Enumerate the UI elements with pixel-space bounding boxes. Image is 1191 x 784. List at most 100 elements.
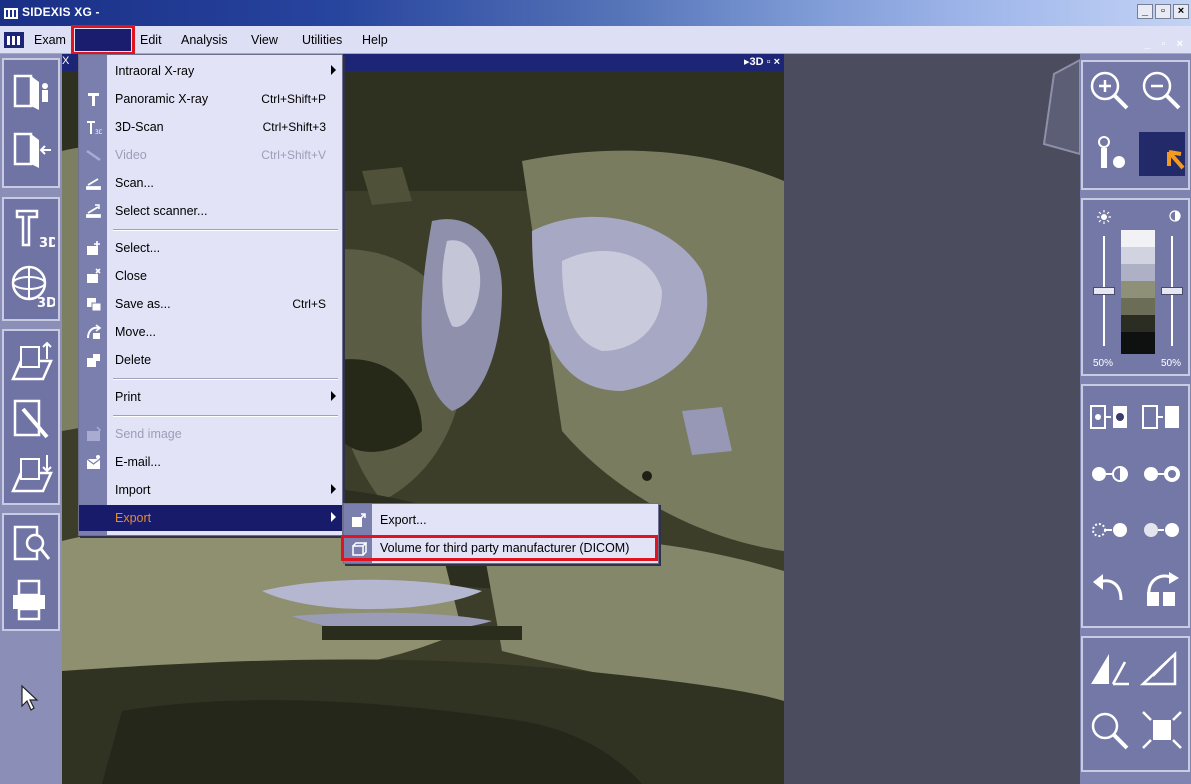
svg-text:3D: 3D <box>95 129 102 135</box>
submenu-arrow-icon <box>331 65 336 75</box>
select-arrow-icon[interactable] <box>1139 132 1185 176</box>
undo-icon[interactable] <box>1087 566 1133 610</box>
email-icon <box>86 455 101 469</box>
menu-item-shortcut: Ctrl+Shift+P <box>261 92 326 106</box>
submenu-arrow-icon <box>331 512 336 522</box>
save-as-icon <box>87 298 102 312</box>
fit-window-icon[interactable] <box>1139 708 1185 752</box>
patient-out-icon[interactable] <box>9 128 55 174</box>
menu-item-print[interactable]: Print <box>79 384 342 410</box>
brightness-contrast-group: 50% 50% <box>1081 198 1190 376</box>
menu-item-label: Export <box>115 511 152 525</box>
menu-separator <box>113 378 338 380</box>
menu-item-shortcut: Ctrl+Shift+3 <box>262 120 326 134</box>
menu-item-import[interactable]: Import <box>79 477 342 503</box>
annotation-highlight-dicom <box>341 535 658 561</box>
menu-item-3d-scan[interactable]: 3D 3D-Scan Ctrl+Shift+3 <box>79 114 342 140</box>
mdi-window-controls[interactable]: _ ▫ × <box>1144 38 1187 50</box>
3d-unit-icon[interactable]: 3D <box>9 205 55 251</box>
edit-image-icon[interactable] <box>9 395 55 441</box>
menu-item-export[interactable]: Export <box>79 505 342 531</box>
menu-help[interactable]: Help <box>362 33 388 47</box>
scanner-icon <box>86 178 101 190</box>
open-folder-up-icon[interactable] <box>9 339 55 385</box>
patient-tool-group <box>2 58 60 188</box>
smooth-filter-icon[interactable] <box>1139 508 1185 552</box>
menu-item-video: Video Ctrl+Shift+V <box>79 142 342 168</box>
distance-measure-icon[interactable] <box>1139 646 1185 690</box>
noise-filter-icon[interactable] <box>1087 508 1133 552</box>
menu-item-shortcut: Ctrl+Shift+V <box>261 148 326 162</box>
edge-filter-icon[interactable] <box>1139 452 1185 496</box>
menu-item-intraoral-xray[interactable]: Intraoral X-ray <box>79 58 342 84</box>
delete-icon <box>87 354 100 367</box>
svg-text:3D: 3D <box>37 296 55 309</box>
right-tool-panel: 50% 50% <box>1080 54 1191 784</box>
print-unit-icon[interactable] <box>9 577 55 623</box>
menu-item-move[interactable]: Move... <box>79 319 342 345</box>
image-tool-group <box>2 329 60 505</box>
menu-analysis[interactable]: Analysis <box>181 33 228 47</box>
menu-item-label: Video <box>115 148 147 162</box>
window-title-bar[interactable]: SIDEXIS XG - _ ▫ × <box>0 0 1191 26</box>
move-icon <box>87 324 102 339</box>
folder-down-icon[interactable] <box>9 451 55 497</box>
menu-item-save-as[interactable]: Save as... Ctrl+S <box>79 291 342 317</box>
menu-item-label: 3D-Scan <box>115 120 164 134</box>
app-menu-icon[interactable] <box>4 32 24 48</box>
sharpen-frame-icon[interactable] <box>1087 396 1133 440</box>
menu-item-label: Scan... <box>115 176 154 190</box>
menu-item-label: Select scanner... <box>115 204 208 218</box>
menu-item-label: Import <box>115 483 151 497</box>
menu-item-close[interactable]: Close <box>79 263 342 289</box>
image-window-controls[interactable]: ▸3D ▫ × <box>744 55 780 68</box>
left-toolbar: 3D 3D <box>0 54 62 784</box>
magnifier-icon[interactable] <box>1087 708 1133 752</box>
empty-workspace <box>784 54 1080 784</box>
minimize-button[interactable]: _ <box>1137 4 1153 19</box>
menu-item-delete[interactable]: Delete <box>79 347 342 373</box>
half-contrast-icon[interactable] <box>1087 452 1133 496</box>
zoom-in-icon[interactable] <box>1087 68 1133 112</box>
angle-measure-icon[interactable] <box>1087 646 1133 690</box>
sidexis-logo-icon <box>4 8 18 19</box>
zoom-out-icon[interactable] <box>1139 68 1185 112</box>
menu-item-label: E-mail... <box>115 455 161 469</box>
contrast-slider-thumb[interactable] <box>1161 287 1183 295</box>
menu-item-select-scanner[interactable]: Select scanner... <box>79 198 342 224</box>
select-scanner-icon <box>86 204 101 218</box>
measure-pointer-icon[interactable] <box>1087 132 1133 176</box>
video-icon <box>86 149 101 162</box>
menu-utilities[interactable]: Utilities <box>302 33 342 47</box>
pointer-icon[interactable] <box>20 684 40 712</box>
close-button[interactable]: × <box>1173 4 1189 19</box>
menu-item-export-dialog[interactable]: Export... <box>344 507 658 533</box>
menu-item-scan[interactable]: Scan... <box>79 170 342 196</box>
menu-item-label: Select... <box>115 241 161 255</box>
send-image-icon <box>87 426 102 441</box>
submenu-arrow-icon <box>331 484 336 494</box>
brightness-slider-thumb[interactable] <box>1093 287 1115 295</box>
menu-separator <box>113 229 338 231</box>
restore-button[interactable]: ▫ <box>1155 4 1171 19</box>
reset-image-icon[interactable] <box>1139 566 1185 610</box>
invert-frame-icon[interactable] <box>1139 396 1185 440</box>
menu-item-panoramic-xray[interactable]: Panoramic X-ray Ctrl+Shift+P <box>79 86 342 112</box>
menu-edit[interactable]: Edit <box>140 33 162 47</box>
workstation-decoration-icon <box>1042 58 1080 156</box>
menu-item-shortcut: Ctrl+S <box>292 297 326 311</box>
image-window-title: X <box>62 55 70 67</box>
submenu-arrow-icon <box>331 391 336 401</box>
select-icon <box>87 241 100 255</box>
menu-item-select[interactable]: Select... <box>79 235 342 261</box>
patient-in-icon[interactable] <box>9 70 55 116</box>
contrast-value: 50% <box>1161 358 1182 369</box>
menu-item-send-image: Send image <box>79 421 342 447</box>
3d-globe-icon[interactable]: 3D <box>9 263 55 309</box>
menu-view[interactable]: View <box>251 33 278 47</box>
menu-item-label: Save as... <box>115 297 171 311</box>
patient-search-icon[interactable] <box>9 521 55 567</box>
menu-file[interactable]: File <box>71 25 135 55</box>
menu-item-email[interactable]: E-mail... <box>79 449 342 475</box>
menu-exam[interactable]: Exam <box>34 33 66 47</box>
